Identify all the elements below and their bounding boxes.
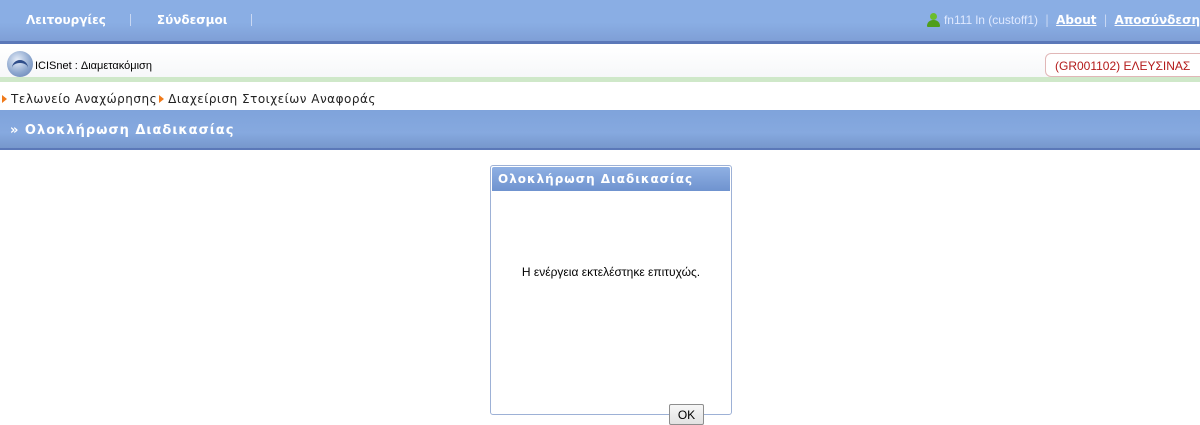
menu-links[interactable]: Σύνδεσμοι bbox=[131, 13, 228, 27]
top-menu-bar: Λειτουργίες Σύνδεσμοι fn111 ln (custoff1… bbox=[0, 0, 1200, 44]
main-menu: Λειτουργίες Σύνδεσμοι bbox=[0, 0, 253, 40]
title-divider bbox=[0, 77, 1200, 82]
breadcrumb: Τελωνείο Αναχώρησης Διαχείριση Στοιχείων… bbox=[0, 90, 1200, 108]
about-link[interactable]: About bbox=[1056, 13, 1096, 27]
user-area: fn111 ln (custoff1) | About | Αποσύνδεση bbox=[926, 0, 1200, 40]
user-icon bbox=[926, 13, 940, 27]
section-title: » Ολοκλήρωση Διαδικασίας bbox=[10, 123, 235, 138]
breadcrumb-arrow-icon bbox=[159, 95, 165, 103]
menu-separator bbox=[251, 14, 253, 26]
icisnet-logo-icon bbox=[7, 51, 33, 77]
ok-button[interactable]: OK bbox=[669, 404, 704, 425]
completion-dialog: Ολοκλήρωση Διαδικασίας Η ενέργεια εκτελέ… bbox=[490, 165, 732, 425]
app-title: ICISnet : Διαμετακόμιση bbox=[35, 60, 152, 72]
app-title-row: ICISnet : Διαμετακόμιση (GR001102) ΕΛΕΥΣ… bbox=[0, 47, 1200, 82]
menu-functions[interactable]: Λειτουργίες bbox=[0, 13, 106, 27]
user-name: fn111 ln (custoff1) bbox=[943, 13, 1039, 27]
section-header: » Ολοκλήρωση Διαδικασίας bbox=[0, 110, 1200, 150]
user-separator: | bbox=[1045, 13, 1050, 27]
breadcrumb-arrow-icon bbox=[2, 95, 7, 103]
logout-link[interactable]: Αποσύνδεση bbox=[1115, 13, 1200, 27]
dialog-header: Ολοκλήρωση Διαδικασίας bbox=[492, 167, 730, 191]
about-separator: | bbox=[1103, 13, 1108, 27]
dialog-message: Η ενέργεια εκτελέστηκε επιτυχώς. bbox=[521, 265, 701, 279]
breadcrumb-departure-office[interactable]: Τελωνείο Αναχώρησης bbox=[11, 92, 157, 106]
breadcrumb-reference-data[interactable]: Διαχείριση Στοιχείων Αναφοράς bbox=[168, 92, 376, 106]
customs-office-badge: (GR001102) ΕΛΕΥΣΙΝΑΣ bbox=[1045, 53, 1200, 77]
dialog-title: Ολοκλήρωση Διαδικασίας bbox=[498, 172, 694, 186]
